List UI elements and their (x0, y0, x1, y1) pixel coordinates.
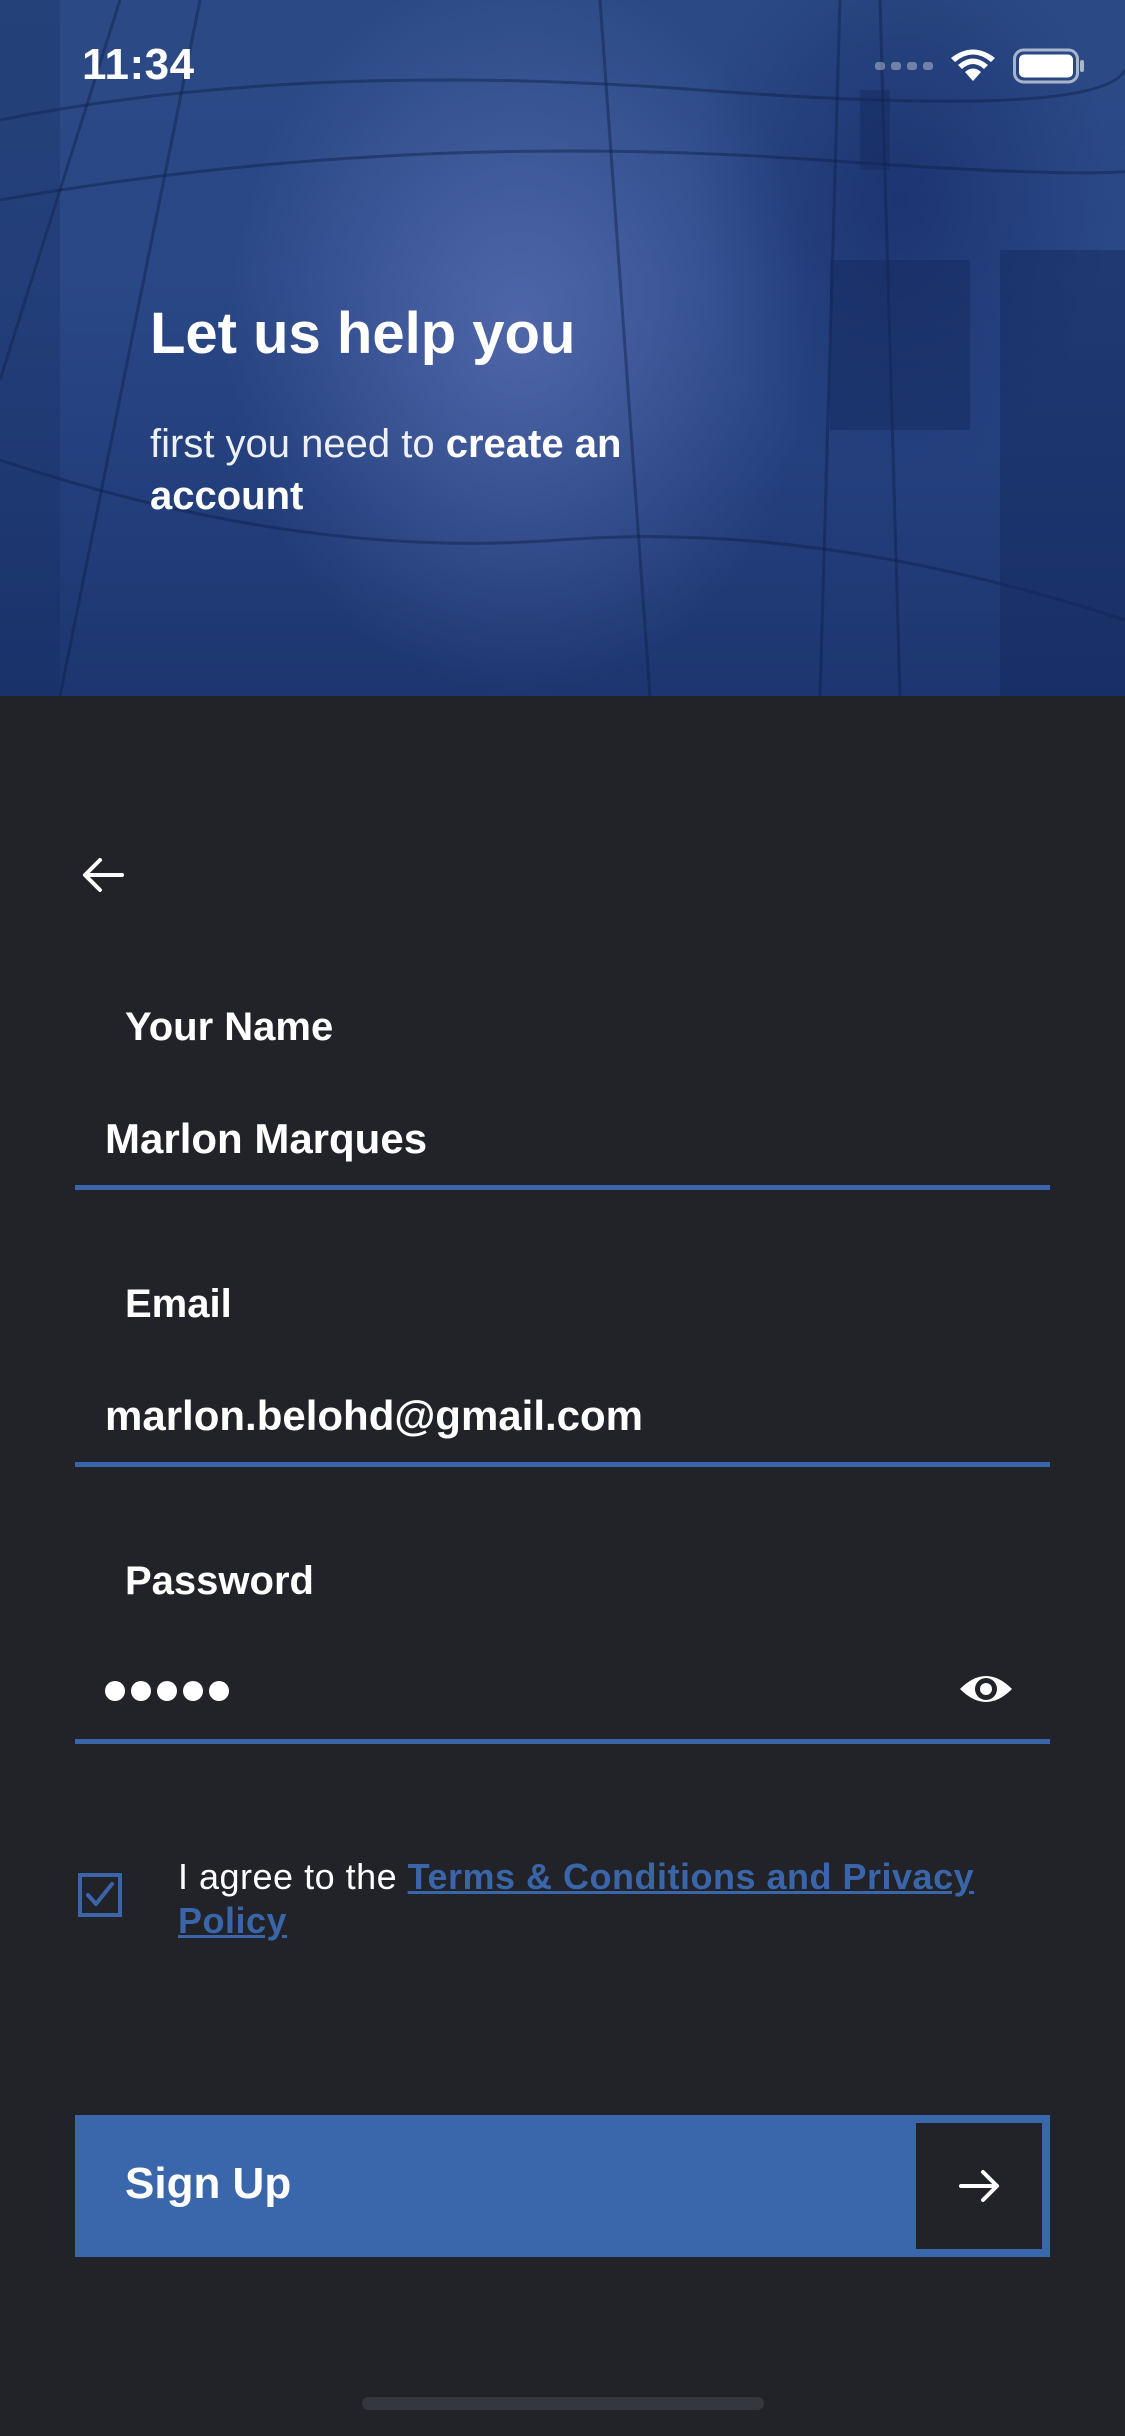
eye-icon[interactable] (958, 1669, 1014, 1709)
terms-prefix: I agree to the (178, 1856, 408, 1897)
password-dot (183, 1681, 203, 1701)
checkmark-icon (86, 1882, 114, 1906)
cellular-signal-icon (875, 62, 933, 70)
email-input[interactable] (105, 1392, 985, 1440)
hero-subtitle: first you need to create an account (150, 418, 710, 522)
hero-title: Let us help you (150, 301, 576, 366)
terms-text: I agree to the Terms & Conditions and Pr… (178, 1855, 1058, 1943)
name-input[interactable] (105, 1115, 985, 1163)
password-label: Password (125, 1559, 314, 1603)
hero-banner: 11:34 Let us help you first you need to … (0, 0, 1125, 696)
home-indicator[interactable] (362, 2397, 764, 2410)
status-icons (875, 48, 1085, 84)
battery-icon (1013, 48, 1084, 84)
password-input[interactable] (105, 1669, 229, 1701)
password-dot (105, 1681, 125, 1701)
arrow-right-icon (959, 2170, 999, 2202)
sign-up-arrow-box[interactable] (916, 2123, 1042, 2249)
email-label: Email (125, 1282, 232, 1326)
password-dot (131, 1681, 151, 1701)
status-bar: 11:34 (0, 0, 1125, 140)
email-underline (75, 1462, 1050, 1467)
password-dot (157, 1681, 177, 1701)
password-underline (75, 1739, 1050, 1744)
back-button[interactable] (78, 850, 128, 900)
password-dot (209, 1681, 229, 1701)
sign-up-label: Sign Up (125, 2159, 292, 2208)
wifi-icon (951, 49, 995, 81)
name-underline (75, 1185, 1050, 1190)
hero-subtitle-light: first you need to (150, 422, 446, 466)
name-label: Your Name (125, 1005, 334, 1049)
status-time: 11:34 (82, 40, 195, 89)
arrow-left-icon (83, 858, 124, 892)
sign-up-button[interactable]: Sign Up (75, 2115, 1050, 2257)
terms-checkbox[interactable] (78, 1873, 122, 1917)
